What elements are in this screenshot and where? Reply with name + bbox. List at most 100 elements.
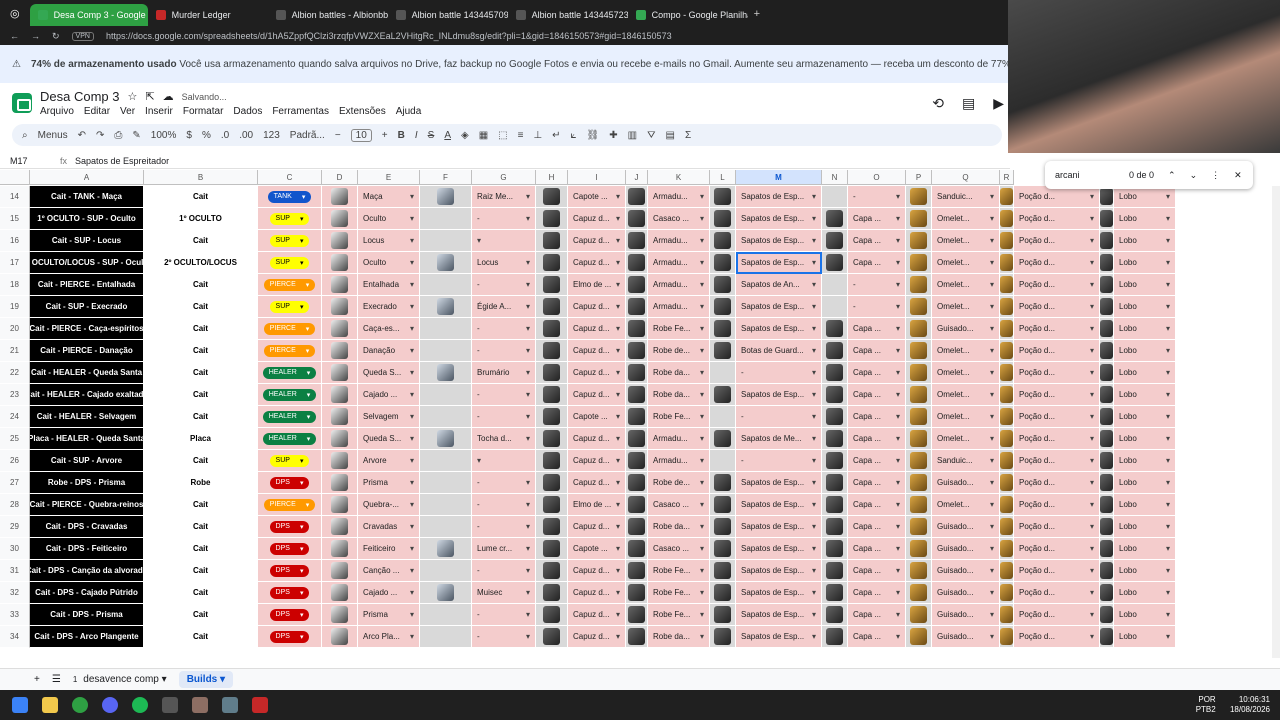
mount-cell[interactable]: Lobo bbox=[1114, 208, 1176, 230]
weapon-cell[interactable]: Prisma bbox=[358, 472, 420, 494]
weapon-cell[interactable]: Queda S... bbox=[358, 428, 420, 450]
cape-cell[interactable]: Capa ... bbox=[848, 626, 906, 648]
font-select[interactable]: Padrã... bbox=[290, 130, 325, 141]
history-icon[interactable]: ⟲ bbox=[932, 95, 944, 112]
search-icon[interactable]: ⌕ bbox=[22, 130, 28, 141]
cape-dropdown[interactable]: Capa ... bbox=[848, 456, 905, 465]
italic-button[interactable]: I bbox=[415, 130, 418, 141]
weapon-cell[interactable]: Quebra-... bbox=[358, 494, 420, 516]
offhand-cell[interactable]: - bbox=[472, 516, 536, 538]
percent-button[interactable]: % bbox=[202, 130, 211, 141]
offhand-cell[interactable]: Brumário bbox=[472, 362, 536, 384]
weapon-dropdown[interactable]: Maça bbox=[358, 192, 419, 201]
role-chip[interactable]: HEALER ▾ bbox=[262, 388, 317, 401]
head-dropdown[interactable]: Capuz d... bbox=[568, 478, 625, 487]
column-header-i[interactable]: I bbox=[568, 170, 626, 184]
align-icon[interactable]: ≡ bbox=[518, 130, 524, 141]
font-size-decrease[interactable]: − bbox=[335, 130, 341, 141]
cape-dropdown[interactable]: Capa ... bbox=[848, 566, 905, 575]
weapon-cell[interactable]: Locus bbox=[358, 230, 420, 252]
comment-icon[interactable]: ▤ bbox=[962, 95, 975, 112]
offhand-dropdown[interactable]: - bbox=[472, 632, 535, 641]
offhand-cell[interactable]: - bbox=[472, 472, 536, 494]
mount-dropdown[interactable]: Lobo bbox=[1114, 346, 1175, 355]
cape-cell[interactable]: - bbox=[848, 274, 906, 296]
select-all-corner[interactable] bbox=[0, 170, 30, 184]
shoes-cell[interactable]: Sapatos de Esp... bbox=[736, 516, 822, 538]
head-cell[interactable]: Capuz d... bbox=[568, 252, 626, 274]
role-cell[interactable]: DPS ▾ bbox=[258, 472, 322, 494]
shoes-dropdown[interactable]: Sapatos de Esp... bbox=[736, 610, 821, 619]
shoes-dropdown[interactable]: Sapatos de Esp... bbox=[736, 236, 821, 245]
shoes-dropdown[interactable]: Sapatos de Esp... bbox=[736, 478, 821, 487]
mount-cell[interactable]: Lobo bbox=[1114, 230, 1176, 252]
weapon-cell[interactable]: Execrado bbox=[358, 296, 420, 318]
potion-cell[interactable]: Poção d... bbox=[1014, 626, 1100, 648]
weapon-dropdown[interactable]: Queda S... bbox=[358, 368, 419, 377]
add-sheet-button[interactable]: + bbox=[34, 674, 40, 685]
armor-cell[interactable]: Cait bbox=[144, 274, 258, 296]
armor-cell[interactable]: Cait bbox=[144, 450, 258, 472]
mount-cell[interactable]: Lobo bbox=[1114, 450, 1176, 472]
mount-cell[interactable]: Lobo bbox=[1114, 626, 1176, 648]
chest-dropdown[interactable]: Robe da... bbox=[648, 390, 709, 399]
head-dropdown[interactable]: Capuz d... bbox=[568, 368, 625, 377]
rotate-icon[interactable]: ⟀ bbox=[571, 130, 577, 141]
offhand-cell[interactable]: Raiz Me... bbox=[472, 186, 536, 208]
font-size-input[interactable]: 10 bbox=[350, 128, 372, 142]
build-name-cell[interactable]: Cait - SUP - Locus bbox=[30, 230, 144, 252]
shoes-dropdown[interactable]: Sapatos de Esp... bbox=[736, 522, 821, 531]
shoes-dropdown[interactable]: Sapatos de An... bbox=[736, 280, 821, 289]
build-name-cell[interactable]: Cait - PIERCE - Caça-espíritos bbox=[30, 318, 144, 340]
head-cell[interactable]: Capuz d... bbox=[568, 208, 626, 230]
build-name-cell[interactable]: Cait - SUP - Execrado bbox=[30, 296, 144, 318]
weapon-cell[interactable]: Caça-es... bbox=[358, 318, 420, 340]
head-cell[interactable]: Capuz d... bbox=[568, 428, 626, 450]
bold-button[interactable]: B bbox=[398, 130, 405, 141]
cape-cell[interactable]: - bbox=[848, 296, 906, 318]
role-cell[interactable]: HEALER ▾ bbox=[258, 406, 322, 428]
wrap-icon[interactable]: ↵ bbox=[552, 130, 560, 141]
shoes-cell[interactable]: - bbox=[736, 362, 822, 384]
head-cell[interactable]: Capuz d... bbox=[568, 362, 626, 384]
spreadsheet-grid[interactable]: 14Cait - TANK - MaçaCaitTANK▾MaçaRaiz Me… bbox=[0, 186, 1210, 658]
column-header-h[interactable]: H bbox=[536, 170, 568, 184]
chest-dropdown[interactable]: Robe da... bbox=[648, 368, 709, 377]
system-tray[interactable]: POR PTB2 10:06:31 18/08/2026 bbox=[1196, 695, 1270, 715]
weapon-cell[interactable]: Arco Pla... bbox=[358, 626, 420, 648]
potion-dropdown[interactable]: Poção d... bbox=[1014, 258, 1099, 267]
offhand-dropdown[interactable]: Brumário bbox=[472, 368, 535, 377]
chest-cell[interactable]: Casaco ... bbox=[648, 208, 710, 230]
discord-icon[interactable] bbox=[102, 697, 118, 713]
head-dropdown[interactable]: Elmo de ... bbox=[568, 280, 625, 289]
cape-cell[interactable]: Capa ... bbox=[848, 560, 906, 582]
shoes-dropdown[interactable]: - bbox=[736, 412, 821, 421]
mount-dropdown[interactable]: Lobo bbox=[1114, 236, 1175, 245]
mount-cell[interactable]: Lobo bbox=[1114, 516, 1176, 538]
role-cell[interactable]: DPS ▾ bbox=[258, 560, 322, 582]
cape-cell[interactable]: Capa ... bbox=[848, 472, 906, 494]
cape-dropdown[interactable]: Capa ... bbox=[848, 632, 905, 641]
chest-dropdown[interactable]: Robe da... bbox=[648, 632, 709, 641]
menu-item[interactable]: Inserir bbox=[145, 106, 173, 117]
food-cell[interactable]: Guisado... bbox=[932, 604, 1000, 626]
role-cell[interactable]: TANK ▾ bbox=[258, 186, 322, 208]
shoes-cell[interactable]: Sapatos de An... bbox=[736, 274, 822, 296]
armor-cell[interactable]: Robe bbox=[144, 472, 258, 494]
offhand-cell[interactable]: - bbox=[472, 406, 536, 428]
role-cell[interactable]: PIERCE ▾ bbox=[258, 318, 322, 340]
menu-item[interactable]: Arquivo bbox=[40, 106, 74, 117]
mount-cell[interactable]: Lobo bbox=[1114, 186, 1176, 208]
column-header-o[interactable]: O bbox=[848, 170, 906, 184]
menu-item[interactable]: Editar bbox=[84, 106, 110, 117]
cape-dropdown[interactable]: - bbox=[848, 280, 905, 289]
offhand-dropdown[interactable]: - bbox=[472, 324, 535, 333]
weapon-dropdown[interactable]: Caça-es... bbox=[358, 324, 419, 333]
menu-item[interactable]: Formatar bbox=[183, 106, 224, 117]
role-cell[interactable]: DPS ▾ bbox=[258, 582, 322, 604]
weapon-dropdown[interactable]: Execrado bbox=[358, 302, 419, 311]
head-cell[interactable]: Capuz d... bbox=[568, 560, 626, 582]
role-chip[interactable]: PIERCE ▾ bbox=[263, 498, 316, 511]
mount-cell[interactable]: Lobo bbox=[1114, 428, 1176, 450]
row-number[interactable]: 31 bbox=[0, 560, 30, 582]
